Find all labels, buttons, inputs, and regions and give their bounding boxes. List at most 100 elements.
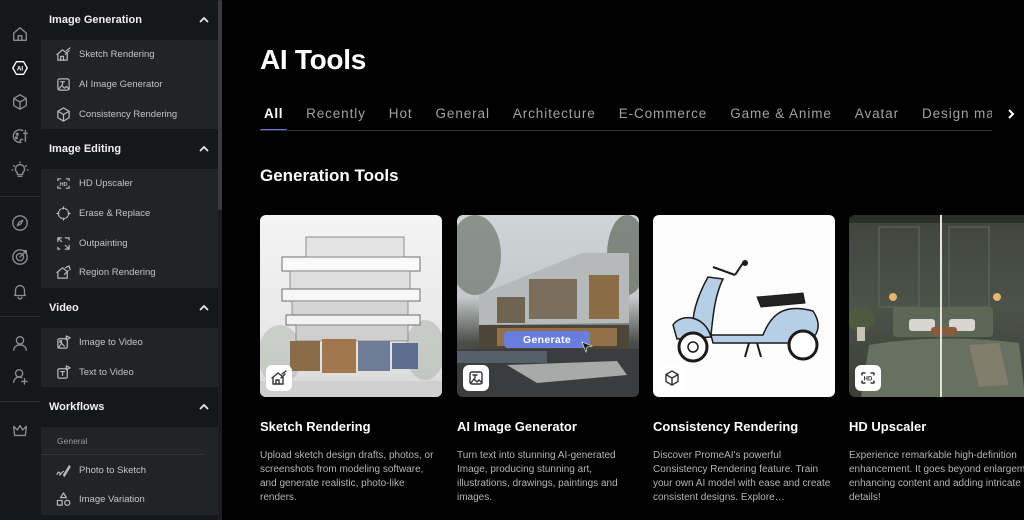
sidebar-item-label: Consistency Rendering xyxy=(79,108,178,120)
svg-text:HD: HD xyxy=(864,377,873,383)
section-body: Image to Video Text to Video xyxy=(41,327,218,388)
rail-divider xyxy=(0,196,41,197)
ai-icon[interactable]: AI xyxy=(10,58,30,78)
card-title: Consistency Rendering xyxy=(653,419,799,434)
cube-icon[interactable] xyxy=(10,92,30,112)
sidebar-item-sketch-rendering[interactable]: Sketch Rendering xyxy=(41,40,218,70)
chevron-up-icon[interactable] xyxy=(199,15,209,25)
svg-text:HD: HD xyxy=(59,182,67,188)
svg-text:AI: AI xyxy=(17,66,24,73)
mouse-cursor-icon xyxy=(581,341,593,353)
chevron-up-icon[interactable] xyxy=(199,402,209,412)
generate-overlay-button: Generate xyxy=(504,331,590,348)
section-header-workflows[interactable]: Workflows xyxy=(41,387,221,427)
hd-icon: HD xyxy=(55,176,71,192)
sidebar-item-label: Image Variation xyxy=(79,494,145,506)
region-icon xyxy=(55,265,71,281)
section-title-generation-tools: Generation Tools xyxy=(260,166,399,185)
section-header-image-editing[interactable]: Image Editing xyxy=(41,129,221,169)
section-body: General Photo to Sketch Image Variation xyxy=(41,427,218,515)
sidebar-item-ai-image-generator[interactable]: AI Image Generator xyxy=(41,70,218,100)
sidebar-item-region-rendering[interactable]: Region Rendering xyxy=(41,258,218,288)
shapes-icon xyxy=(55,492,71,508)
palette-icon[interactable] xyxy=(10,126,30,146)
section-title: Workflows xyxy=(49,401,105,414)
sidebar-item-label: AI Image Generator xyxy=(79,79,163,91)
expand-icon xyxy=(55,235,71,251)
compare-slider-divider[interactable] xyxy=(940,215,942,397)
sidebar-item-consistency-rendering[interactable]: Consistency Rendering xyxy=(41,99,218,129)
user-icon[interactable] xyxy=(10,333,30,353)
tab-game-anime[interactable]: Game & Anime xyxy=(726,101,836,130)
target-icon[interactable] xyxy=(10,247,30,267)
lightbulb-icon[interactable] xyxy=(10,160,30,180)
sidebar-item-image-variation[interactable]: Image Variation xyxy=(41,485,218,515)
sidebar-item-label: Outpainting xyxy=(79,237,128,249)
section-title: Video xyxy=(49,301,79,314)
tab-hot[interactable]: Hot xyxy=(385,101,417,130)
page-title: AI Tools xyxy=(260,44,366,75)
sidebar-item-label: Region Rendering xyxy=(79,267,156,279)
chevron-right-icon xyxy=(1008,109,1015,119)
tab-recently[interactable]: Recently xyxy=(302,101,370,130)
sidebar-item-text-to-video[interactable]: Text to Video xyxy=(41,358,218,388)
sketch-house-icon xyxy=(266,365,292,391)
chevron-up-icon[interactable] xyxy=(199,144,209,154)
cube-icon xyxy=(659,365,685,391)
section-title: Image Generation xyxy=(49,14,142,26)
main-content: AI Tools All Recently Hot General Architectu… xyxy=(222,0,1024,520)
text-image-icon xyxy=(55,77,71,93)
tool-card-ai-image-generator[interactable]: Generate AI Image Generator Turn text in… xyxy=(457,215,639,503)
chevron-up-icon[interactable] xyxy=(199,303,209,313)
sidebar-item-label: HD Upscaler xyxy=(79,178,133,190)
sidebar-item-label: Image to Video xyxy=(79,337,143,349)
card-description: Experience remarkable high-definition en… xyxy=(849,450,1024,503)
pen-icon xyxy=(55,462,71,478)
tab-all[interactable]: All xyxy=(260,101,288,130)
sidebar-item-outpainting[interactable]: Outpainting xyxy=(41,228,218,258)
icon-rail: AI xyxy=(0,0,41,520)
tabs-next-button[interactable] xyxy=(1004,104,1018,124)
section-body: HD HD Upscaler Erase & Replace Outpainti… xyxy=(41,169,218,288)
section-header-image-generation[interactable]: Image Generation xyxy=(41,0,221,40)
card-thumbnail xyxy=(260,215,442,397)
card-thumbnail: HD xyxy=(849,215,1024,397)
subheader-general: General xyxy=(41,427,204,456)
sidebar-item-label: Text to Video xyxy=(79,366,134,378)
card-description: Discover PromeAI's powerful Consistency … xyxy=(653,450,831,503)
rail-divider xyxy=(0,401,41,402)
sidebar: Image Generation Sketch Rendering AI Ima… xyxy=(41,0,221,520)
cube-icon xyxy=(55,106,71,122)
home-icon[interactable] xyxy=(10,24,30,44)
category-tabs: All Recently Hot General Architecture E-Comme… xyxy=(260,101,992,131)
sidebar-item-photo-to-sketch[interactable]: Photo to Sketch xyxy=(41,455,218,485)
section-title: Image Editing xyxy=(49,143,122,156)
sidebar-item-image-to-video[interactable]: Image to Video xyxy=(41,328,218,358)
user-add-icon[interactable] xyxy=(10,366,30,386)
sidebar-item-erase-replace[interactable]: Erase & Replace xyxy=(41,199,218,229)
tool-card-consistency-rendering[interactable]: Consistency Rendering Discover PromeAI's… xyxy=(653,215,835,503)
sidebar-item-label: Erase & Replace xyxy=(79,208,151,220)
tab-design-materials[interactable]: Design mate xyxy=(918,101,992,130)
sketch-house-icon xyxy=(55,47,71,63)
tab-avatar[interactable]: Avatar xyxy=(851,101,903,130)
tab-e-commerce[interactable]: E-Commerce xyxy=(615,101,712,130)
sidebar-item-label: Photo to Sketch xyxy=(79,464,147,476)
hd-icon: HD xyxy=(855,365,881,391)
card-title: HD Upscaler xyxy=(849,419,927,434)
compass-icon[interactable] xyxy=(10,213,30,233)
bell-icon[interactable] xyxy=(10,281,30,301)
tab-general[interactable]: General xyxy=(432,101,494,130)
card-description: Upload sketch design drafts, photos, or … xyxy=(260,450,434,503)
crown-icon[interactable] xyxy=(10,420,30,440)
rail-divider xyxy=(0,316,41,317)
tab-architecture[interactable]: Architecture xyxy=(509,101,600,130)
section-body: Sketch Rendering AI Image Generator Cons… xyxy=(41,40,218,130)
tool-card-hd-upscaler[interactable]: HD HD Upscaler Experience remarkable hig… xyxy=(849,215,1024,503)
section-header-video[interactable]: Video xyxy=(41,288,221,328)
text-image-icon xyxy=(463,365,489,391)
erase-icon xyxy=(55,206,71,222)
card-thumbnail: Generate xyxy=(457,215,639,397)
tool-card-sketch-rendering[interactable]: Sketch Rendering Upload sketch design dr… xyxy=(260,215,442,503)
sidebar-item-hd-upscaler[interactable]: HD HD Upscaler xyxy=(41,169,218,199)
